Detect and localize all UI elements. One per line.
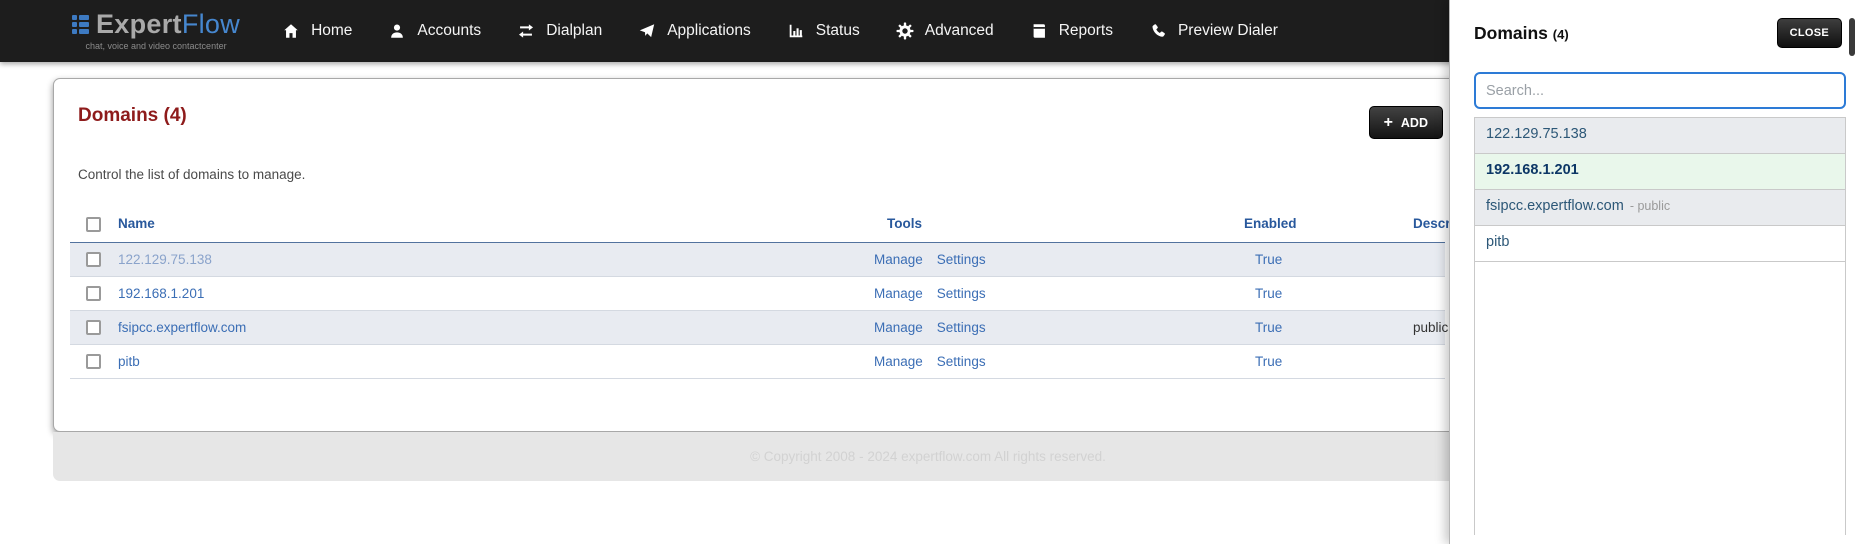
drawer-count: (4): [1552, 27, 1569, 42]
nav-item-accounts[interactable]: Accounts: [388, 22, 481, 40]
add-button-label: ADD: [1400, 115, 1428, 130]
table-header-row: Name Tools Enabled Description: [70, 208, 1487, 243]
domain-name-link[interactable]: 192.168.1.201: [118, 286, 204, 301]
nav-label: Applications: [667, 22, 751, 39]
nav-item-home[interactable]: Home: [282, 22, 352, 40]
table-row: pitb Manage Settings True: [70, 344, 1445, 379]
enabled-value: True: [1255, 353, 1283, 369]
gear-icon: [896, 22, 914, 40]
list-item-label: 192.168.1.201: [1486, 162, 1579, 178]
expertflow-logo[interactable]: ExpertFlow chat, voice and video contact…: [72, 11, 240, 51]
column-header-name[interactable]: Name: [118, 208, 846, 243]
domain-name-link[interactable]: 122.129.75.138: [118, 252, 212, 267]
row-checkbox[interactable]: [86, 286, 101, 302]
manage-link[interactable]: Manage: [874, 354, 923, 369]
logo-text: ExpertFlow: [96, 11, 240, 38]
nav-item-reports[interactable]: Reports: [1030, 22, 1113, 40]
main-nav: Home Accounts Dialplan Applications Stat…: [282, 22, 1278, 40]
table-row: 192.168.1.201 Manage Settings True: [70, 276, 1445, 311]
nav-label: Accounts: [417, 22, 482, 39]
close-button[interactable]: CLOSE: [1776, 18, 1842, 48]
settings-link[interactable]: Settings: [937, 354, 986, 369]
list-item[interactable]: fsipcc.expertflow.com - public: [1475, 190, 1845, 226]
enabled-value: True: [1255, 251, 1283, 267]
table-row: 122.129.75.138 Manage Settings True: [70, 242, 1445, 277]
column-header-tools: Tools: [846, 208, 1244, 243]
settings-link[interactable]: Settings: [937, 286, 986, 301]
drawer-domain-list: 122.129.75.138 192.168.1.201 fsipcc.expe…: [1474, 117, 1846, 535]
select-all-checkbox[interactable]: [86, 216, 101, 232]
nav-label: Dialplan: [546, 22, 603, 39]
home-icon: [284, 24, 298, 38]
enabled-value: True: [1255, 285, 1283, 301]
row-checkbox[interactable]: [86, 252, 101, 268]
list-item-label: pitb: [1486, 234, 1510, 250]
bar-chart-icon: [789, 24, 803, 38]
manage-link[interactable]: Manage: [874, 286, 923, 301]
list-item-label: fsipcc.expertflow.com: [1486, 198, 1624, 214]
description-value: public: [1413, 319, 1449, 335]
paper-plane-icon: [640, 24, 655, 38]
drawer-title-text: Domains: [1474, 23, 1548, 43]
copyright-text: © Copyright 2008 - 2024 expertflow.com A…: [750, 449, 1106, 464]
phone-icon: [1152, 24, 1165, 37]
list-item[interactable]: 122.129.75.138: [1475, 118, 1845, 154]
list-item-suffix: - public: [1629, 199, 1671, 213]
user-icon: [391, 24, 404, 38]
nav-label: Home: [311, 22, 353, 39]
nav-item-advanced[interactable]: Advanced: [896, 22, 994, 40]
drawer-header: Domains (4) CLOSE: [1474, 18, 1846, 50]
nav-label: Reports: [1058, 22, 1113, 39]
nav-label: Advanced: [924, 22, 994, 39]
nav-item-status[interactable]: Status: [787, 22, 860, 40]
nav-item-applications[interactable]: Applications: [638, 22, 751, 40]
row-checkbox[interactable]: [86, 354, 101, 370]
row-checkbox[interactable]: [86, 320, 101, 336]
domains-drawer: Domains (4) CLOSE 122.129.75.138 192.168…: [1449, 0, 1856, 544]
domains-table: Name Tools Enabled Description 122.129.7…: [70, 208, 1487, 379]
plus-icon: +: [1383, 113, 1393, 131]
page-description: Control the list of domains to manage.: [78, 167, 306, 182]
book-icon: [1033, 24, 1045, 38]
nav-item-preview-dialer[interactable]: Preview Dialer: [1149, 22, 1278, 40]
logo-flow: Flow: [181, 9, 241, 39]
column-header-enabled[interactable]: Enabled: [1244, 208, 1413, 243]
settings-link[interactable]: Settings: [937, 252, 986, 267]
logo-expert: Expert: [96, 9, 182, 39]
transfer-arrows-icon: [519, 24, 534, 38]
drawer-title: Domains (4): [1474, 18, 1569, 50]
enabled-value: True: [1255, 319, 1283, 335]
search-input[interactable]: [1474, 72, 1846, 109]
settings-link[interactable]: Settings: [937, 320, 986, 335]
scrollbar-thumb[interactable]: [1849, 18, 1855, 56]
list-item[interactable]: pitb: [1475, 226, 1845, 262]
manage-link[interactable]: Manage: [874, 252, 923, 267]
domains-card: Domains (4) + ADD Control the list of do…: [53, 78, 1487, 432]
table-row: fsipcc.expertflow.com Manage Settings Tru…: [70, 310, 1449, 345]
add-button[interactable]: + ADD: [1368, 106, 1443, 139]
logo-tagline: chat, voice and video contactcenter: [85, 41, 227, 51]
domain-name-link[interactable]: pitb: [118, 354, 140, 369]
column-header-description[interactable]: Description: [1413, 208, 1487, 243]
list-item[interactable]: 192.168.1.201: [1475, 154, 1845, 190]
logo-dots-icon: [72, 15, 89, 34]
domain-name-link[interactable]: fsipcc.expertflow.com: [118, 320, 246, 335]
nav-item-dialplan[interactable]: Dialplan: [517, 22, 602, 40]
page-title: Domains (4): [78, 105, 187, 126]
nav-label: Preview Dialer: [1177, 22, 1278, 39]
list-item-label: 122.129.75.138: [1486, 126, 1587, 142]
manage-link[interactable]: Manage: [874, 320, 923, 335]
nav-label: Status: [815, 22, 860, 39]
